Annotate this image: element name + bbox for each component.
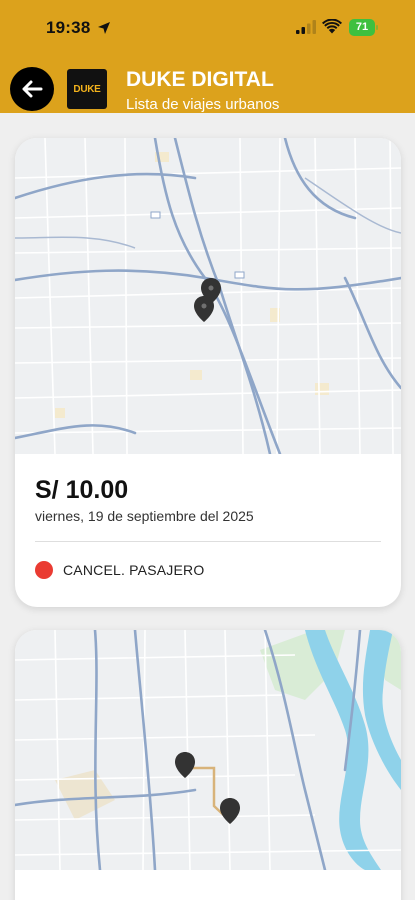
- card-divider: [35, 541, 381, 542]
- status-dot: [35, 561, 53, 579]
- back-button[interactable]: [10, 67, 54, 111]
- battery-level: 71: [349, 19, 375, 36]
- trip-status: CANCEL. PASAJERO: [63, 562, 205, 578]
- back-arrow-icon: [22, 80, 43, 98]
- app-header: 19:38 71 DUKE DUKE DIGITAL Lista de viaj…: [0, 0, 415, 113]
- logo-text: DUKE: [73, 83, 101, 95]
- battery-icon: 71: [349, 19, 379, 36]
- wifi-icon: [322, 19, 342, 34]
- trip-date: viernes, 19 de septiembre del 2025: [35, 508, 254, 524]
- status-bar: 19:38 71: [0, 0, 415, 56]
- signal-icon: [296, 20, 316, 34]
- trip-card[interactable]: S/ 10.00 viernes, 19 de septiembre del 2…: [15, 138, 401, 607]
- trip-map: [15, 630, 401, 870]
- trip-map: [15, 138, 401, 454]
- app-logo: DUKE: [67, 69, 107, 109]
- trip-card[interactable]: [15, 630, 401, 900]
- location-arrow-icon: [98, 22, 110, 34]
- page-title: DUKE DIGITAL: [126, 68, 274, 91]
- page-subtitle: Lista de viajes urbanos: [126, 96, 280, 113]
- status-time: 19:38: [46, 18, 91, 37]
- trip-price: S/ 10.00: [35, 476, 129, 504]
